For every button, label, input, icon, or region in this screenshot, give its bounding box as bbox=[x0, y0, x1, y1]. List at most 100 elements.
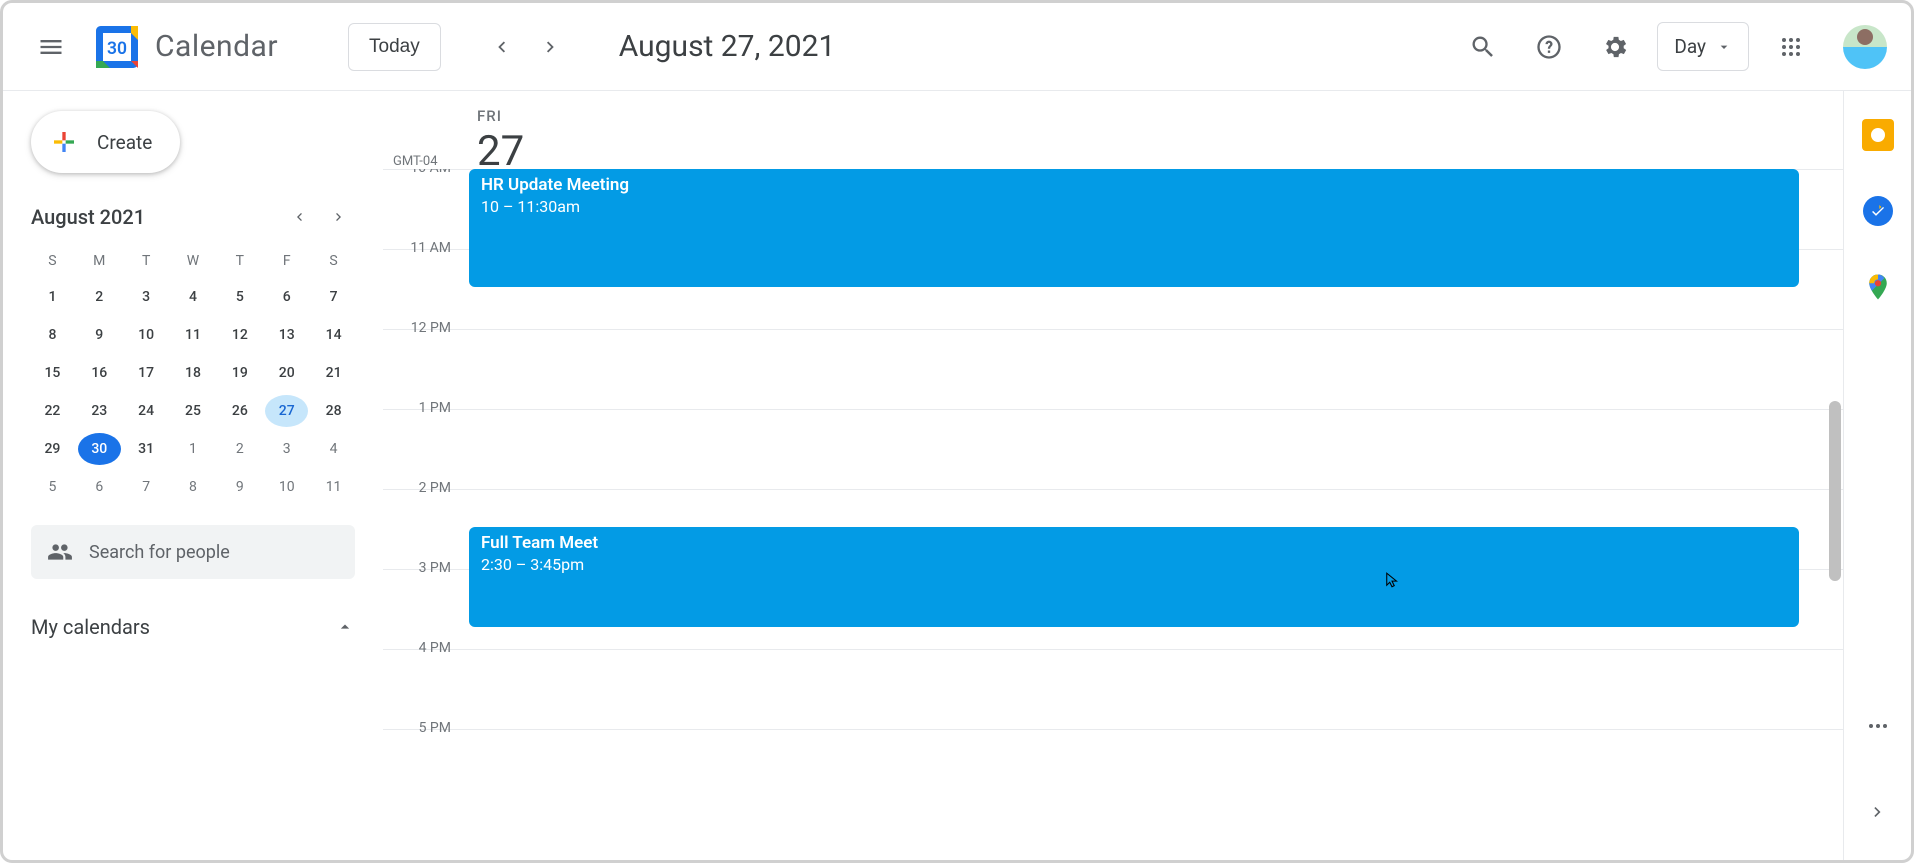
search-button[interactable] bbox=[1459, 23, 1507, 71]
search-people-label: Search for people bbox=[89, 542, 230, 563]
mini-day[interactable]: 11 bbox=[312, 471, 355, 503]
mini-next-month[interactable] bbox=[323, 201, 355, 233]
search-people-button[interactable]: Search for people bbox=[31, 525, 355, 579]
mini-day[interactable]: 18 bbox=[172, 357, 215, 389]
view-selector[interactable]: Day bbox=[1657, 22, 1749, 71]
gear-icon bbox=[1601, 33, 1629, 61]
keep-icon bbox=[1862, 119, 1894, 151]
mini-calendar: August 2021 SMTWTFS123456789101112131415… bbox=[31, 201, 355, 503]
mini-day[interactable]: 7 bbox=[125, 471, 168, 503]
mini-day[interactable]: 6 bbox=[265, 281, 308, 313]
google-apps-button[interactable] bbox=[1767, 23, 1815, 71]
support-button[interactable] bbox=[1525, 23, 1573, 71]
mini-day[interactable]: 9 bbox=[78, 319, 121, 351]
hour-row[interactable]: 5 PM bbox=[383, 729, 1843, 809]
mini-cal-title: August 2021 bbox=[31, 205, 145, 229]
mini-day[interactable]: 24 bbox=[125, 395, 168, 427]
timezone-label: GMT-04 bbox=[383, 154, 1843, 169]
today-button[interactable]: Today bbox=[348, 23, 441, 71]
hour-label: 3 PM bbox=[383, 560, 463, 639]
mini-dow: S bbox=[31, 247, 74, 275]
help-icon bbox=[1535, 33, 1563, 61]
event-title: Full Team Meet bbox=[481, 533, 1787, 553]
mini-day[interactable]: 27 bbox=[265, 395, 308, 427]
day-of-week: FRI bbox=[477, 107, 524, 125]
hamburger-icon bbox=[37, 33, 65, 61]
app-name: Calendar bbox=[155, 29, 278, 64]
chevron-right-icon bbox=[331, 209, 347, 225]
next-day-button[interactable] bbox=[529, 25, 573, 69]
mini-day[interactable]: 29 bbox=[31, 433, 74, 465]
people-icon bbox=[47, 539, 73, 565]
tasks-app-button[interactable] bbox=[1860, 193, 1896, 229]
event-time: 2:30 – 3:45pm bbox=[481, 555, 1787, 574]
account-avatar[interactable] bbox=[1843, 25, 1887, 69]
settings-button[interactable] bbox=[1591, 23, 1639, 71]
hide-side-panel-button[interactable] bbox=[1860, 794, 1896, 830]
mini-day[interactable]: 8 bbox=[172, 471, 215, 503]
mini-day[interactable]: 19 bbox=[218, 357, 261, 389]
mini-day[interactable]: 17 bbox=[125, 357, 168, 389]
keep-app-button[interactable] bbox=[1860, 117, 1896, 153]
mini-day[interactable]: 4 bbox=[312, 433, 355, 465]
mini-day[interactable]: 21 bbox=[312, 357, 355, 389]
dropdown-icon bbox=[1716, 39, 1732, 55]
mini-day[interactable]: 14 bbox=[312, 319, 355, 351]
header: 30 Calendar Today August 27, 2021 Day bbox=[3, 3, 1911, 91]
maps-app-button[interactable] bbox=[1860, 269, 1896, 305]
create-button[interactable]: Create bbox=[31, 111, 180, 173]
hour-row[interactable]: 1 PM bbox=[383, 409, 1843, 489]
mini-dow: T bbox=[218, 247, 261, 275]
mini-dow: W bbox=[172, 247, 215, 275]
mini-day[interactable]: 1 bbox=[31, 281, 74, 313]
mini-day[interactable]: 26 bbox=[218, 395, 261, 427]
logo[interactable]: 30 Calendar bbox=[89, 19, 278, 75]
my-calendars-toggle[interactable]: My calendars bbox=[31, 615, 355, 639]
calendar-event[interactable]: HR Update Meeting10 – 11:30am bbox=[469, 169, 1799, 287]
more-addons-button[interactable] bbox=[1860, 708, 1896, 744]
hour-label: 1 PM bbox=[383, 400, 463, 479]
time-grid[interactable]: 10 AM11 AM12 PM1 PM2 PM3 PM4 PM5 PMHR Up… bbox=[383, 169, 1843, 860]
mini-prev-month[interactable] bbox=[283, 201, 315, 233]
event-title: HR Update Meeting bbox=[481, 175, 1787, 195]
scrollbar[interactable] bbox=[1829, 401, 1841, 581]
chevron-left-icon bbox=[291, 209, 307, 225]
main-menu-button[interactable] bbox=[27, 23, 75, 71]
mini-day[interactable]: 6 bbox=[78, 471, 121, 503]
hour-row[interactable]: 12 PM bbox=[383, 329, 1843, 409]
mini-day[interactable]: 22 bbox=[31, 395, 74, 427]
mini-day[interactable]: 31 bbox=[125, 433, 168, 465]
calendar-event[interactable]: Full Team Meet 2:30 – 3:45pm bbox=[469, 527, 1799, 627]
mini-day[interactable]: 3 bbox=[265, 433, 308, 465]
my-calendars-label: My calendars bbox=[31, 615, 150, 639]
mini-day[interactable]: 5 bbox=[31, 471, 74, 503]
mini-day[interactable]: 25 bbox=[172, 395, 215, 427]
mini-day[interactable]: 2 bbox=[78, 281, 121, 313]
mini-day[interactable]: 15 bbox=[31, 357, 74, 389]
mini-day[interactable]: 30 bbox=[78, 433, 121, 465]
mini-day[interactable]: 13 bbox=[265, 319, 308, 351]
mini-day[interactable]: 12 bbox=[218, 319, 261, 351]
mini-day[interactable]: 16 bbox=[78, 357, 121, 389]
mini-day[interactable]: 4 bbox=[172, 281, 215, 313]
mini-day[interactable]: 9 bbox=[218, 471, 261, 503]
calendar-logo-icon: 30 bbox=[89, 19, 145, 75]
mini-day[interactable]: 10 bbox=[125, 319, 168, 351]
prev-day-button[interactable] bbox=[479, 25, 523, 69]
mini-day[interactable]: 7 bbox=[312, 281, 355, 313]
mini-day[interactable]: 20 bbox=[265, 357, 308, 389]
mini-day[interactable]: 3 bbox=[125, 281, 168, 313]
mini-day[interactable]: 5 bbox=[218, 281, 261, 313]
tasks-icon bbox=[1863, 196, 1893, 226]
mini-day[interactable]: 23 bbox=[78, 395, 121, 427]
mini-day[interactable]: 8 bbox=[31, 319, 74, 351]
mini-dow: M bbox=[78, 247, 121, 275]
mini-day[interactable]: 1 bbox=[172, 433, 215, 465]
date-title: August 27, 2021 bbox=[619, 29, 836, 64]
mini-day[interactable]: 2 bbox=[218, 433, 261, 465]
mini-day[interactable]: 11 bbox=[172, 319, 215, 351]
mini-dow: F bbox=[265, 247, 308, 275]
mini-day[interactable]: 28 bbox=[312, 395, 355, 427]
mini-day[interactable]: 10 bbox=[265, 471, 308, 503]
hour-row[interactable]: 4 PM bbox=[383, 649, 1843, 729]
